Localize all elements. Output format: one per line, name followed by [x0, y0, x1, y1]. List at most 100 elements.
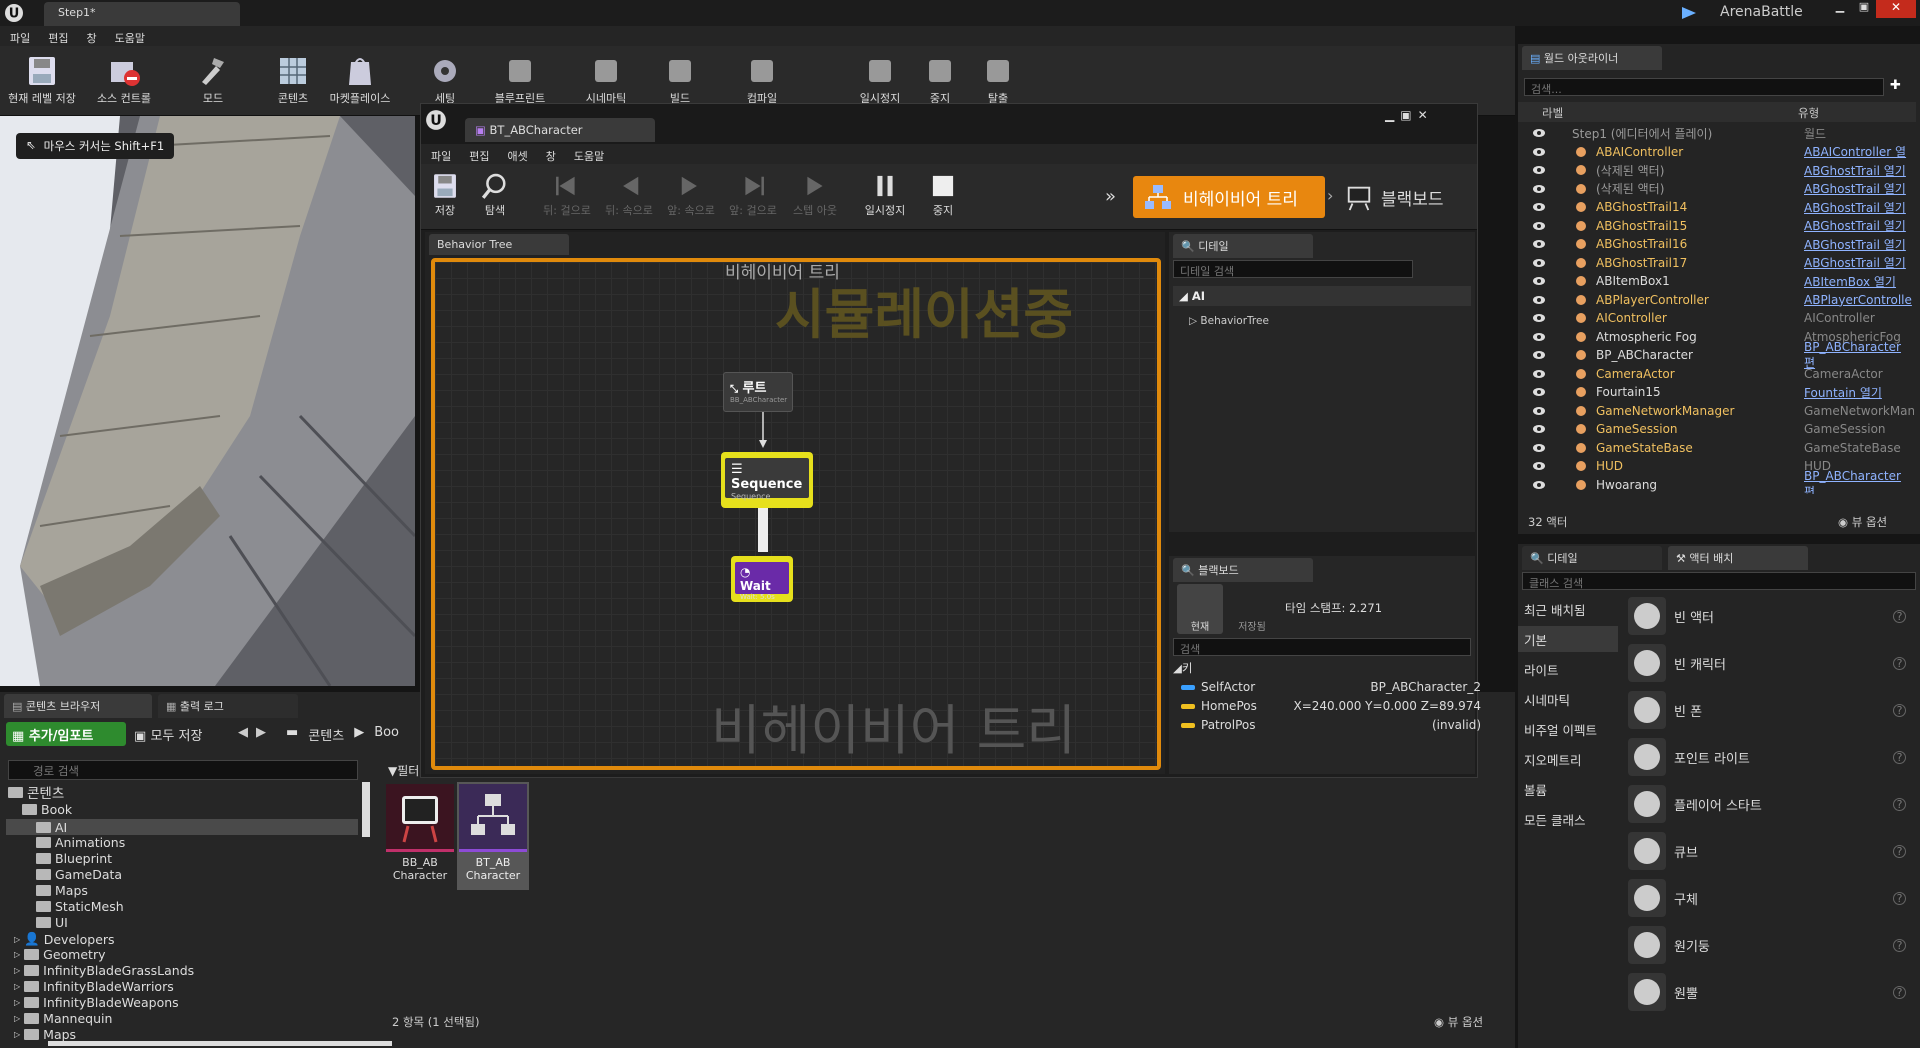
- tree-item-ib-grasslands[interactable]: ▷ InfinityBladeGrassLands: [14, 963, 194, 978]
- tab-place-actors[interactable]: ⚒ 액터 배치: [1668, 546, 1808, 570]
- asset-tile-selected[interactable]: BT_AB Character: [457, 782, 529, 890]
- visibility-eye-icon[interactable]: [1532, 184, 1546, 194]
- place-item[interactable]: 빈 캐릭터?: [1618, 641, 1918, 685]
- source-control-button[interactable]: 소스 컨트롤: [84, 52, 164, 106]
- menu-file[interactable]: 파일: [10, 30, 30, 46]
- back-into-button[interactable]: 뒤: 걸으로: [537, 170, 597, 218]
- bb-key-row[interactable]: PatrolPos (invalid): [1181, 718, 1481, 732]
- bt-minimize-button[interactable]: ▁: [1385, 108, 1394, 122]
- details-category[interactable]: ◢ AI: [1173, 286, 1471, 306]
- help-icon[interactable]: ?: [1893, 750, 1906, 764]
- forward-over-button[interactable]: 앞: 속으로: [661, 170, 721, 218]
- help-icon[interactable]: ?: [1893, 938, 1906, 952]
- expand-arrow-icon[interactable]: ▷: [14, 1014, 20, 1023]
- build-button[interactable]: 빌드: [640, 52, 720, 106]
- actor-type[interactable]: ABItemBox 열기: [1804, 273, 1896, 290]
- visibility-eye-icon[interactable]: [1532, 128, 1546, 138]
- tree-item-geometry[interactable]: ▷ Geometry: [14, 947, 106, 962]
- list-item[interactable]: ABGhostTrail14 ABGhostTrail 열기: [1526, 198, 1910, 217]
- help-icon[interactable]: ?: [1893, 703, 1906, 717]
- minimize-button[interactable]: ▁: [1828, 0, 1852, 18]
- list-item[interactable]: GameNetworkManager GameNetworkMana: [1526, 402, 1914, 421]
- actor-type[interactable]: ABGhostTrail 열기: [1804, 199, 1906, 216]
- bt-document-tab[interactable]: ▣ BT_ABCharacter: [465, 118, 655, 142]
- details-property[interactable]: ▷ BehaviorTree: [1173, 312, 1471, 332]
- list-item-root[interactable]: Step1 (에디터에서 플레이) 월드: [1526, 124, 1910, 143]
- save-level-button[interactable]: 현재 레벨 저장: [2, 52, 82, 106]
- maximize-button[interactable]: ▣: [1852, 0, 1876, 18]
- visibility-eye-icon[interactable]: [1532, 202, 1546, 212]
- visibility-eye-icon[interactable]: [1532, 461, 1546, 471]
- bt-maximize-button[interactable]: ▣: [1400, 108, 1411, 122]
- place-item[interactable]: 빈 액터?: [1618, 594, 1918, 638]
- help-icon[interactable]: ?: [1893, 656, 1906, 670]
- visibility-eye-icon[interactable]: [1532, 387, 1546, 397]
- forward-into-button[interactable]: 앞: 걸으로: [723, 170, 783, 218]
- visibility-eye-icon[interactable]: [1532, 258, 1546, 268]
- col-label-header[interactable]: 라벨: [1542, 105, 1563, 121]
- tree-item-ib-warriors[interactable]: ▷ InfinityBladeWarriors: [14, 979, 174, 994]
- list-item[interactable]: (삭제된 액터) ABGhostTrail 열기: [1526, 161, 1910, 180]
- menu-window[interactable]: 창: [87, 30, 97, 46]
- tree-item-ui[interactable]: UI: [36, 915, 68, 930]
- graph-canvas[interactable]: 비헤이비어 트리 시뮬레이션중 비헤이비어 트리 ⤡ 루트 BB_ABChara…: [431, 258, 1161, 770]
- place-item[interactable]: 포인트 라이트?: [1618, 735, 1918, 779]
- place-item[interactable]: 플레이어 스타트?: [1618, 782, 1918, 826]
- list-item[interactable]: ABGhostTrail16 ABGhostTrail 열기: [1526, 235, 1910, 254]
- eject-button[interactable]: 탈출: [958, 52, 1038, 106]
- details-search-input[interactable]: 디테일 검색: [1173, 260, 1413, 278]
- place-item[interactable]: 큐브?: [1618, 829, 1918, 873]
- visibility-eye-icon[interactable]: [1532, 443, 1546, 453]
- col-type-header[interactable]: 유형: [1798, 105, 1819, 121]
- feedback-icon[interactable]: [1680, 5, 1698, 21]
- sequence-node[interactable]: ☰ Sequence Sequence: [721, 452, 813, 508]
- visibility-eye-icon[interactable]: [1532, 332, 1546, 342]
- bt-close-button[interactable]: ✕: [1418, 108, 1428, 122]
- tab-behavior-tree-graph[interactable]: Behavior Tree: [429, 234, 569, 255]
- tree-item-animations[interactable]: Animations: [36, 835, 125, 850]
- menu-help[interactable]: 도움말: [115, 30, 145, 46]
- add-import-button[interactable]: ▦ 추가/임포트: [6, 722, 126, 746]
- visibility-eye-icon[interactable]: [1532, 313, 1546, 323]
- level-tab[interactable]: Step1*: [44, 2, 240, 26]
- expand-arrow-icon[interactable]: ▷: [14, 998, 20, 1007]
- bt-menu-asset[interactable]: 애셋: [508, 148, 528, 164]
- bb-key-row[interactable]: SelfActor BP_ABCharacter_2: [1181, 680, 1481, 694]
- wait-node[interactable]: ◔ Wait Wait: 5.0s: [731, 556, 793, 602]
- actor-type[interactable]: ABAIController 열: [1804, 143, 1906, 160]
- visibility-eye-icon[interactable]: [1532, 239, 1546, 249]
- history-forward-button[interactable]: ▶: [256, 725, 266, 740]
- actor-type[interactable]: ABGhostTrail 열기: [1804, 254, 1906, 271]
- step-out-button[interactable]: 스텝 아웃: [785, 170, 845, 218]
- expand-arrow-icon[interactable]: ▷: [14, 950, 20, 959]
- actor-type[interactable]: ABGhostTrail 열기: [1804, 217, 1906, 234]
- tree-item-book[interactable]: Book: [22, 802, 72, 817]
- list-item[interactable]: ABAIController ABAIController 열: [1526, 143, 1910, 162]
- visibility-eye-icon[interactable]: [1532, 221, 1546, 231]
- actor-type[interactable]: Fountain 열기: [1804, 384, 1882, 401]
- outliner-search-input[interactable]: 검색...: [1524, 78, 1884, 96]
- bt-pause-button[interactable]: 일시정지: [857, 170, 913, 218]
- root-node[interactable]: ⤡ 루트 BB_ABCharacter: [723, 372, 793, 412]
- close-button[interactable]: ✕: [1876, 0, 1916, 18]
- bb-current-button[interactable]: 현재: [1177, 584, 1223, 634]
- actor-type[interactable]: ABPlayerControlle: [1804, 293, 1912, 307]
- asset-tile[interactable]: BB_AB Character: [386, 784, 454, 884]
- level-viewport[interactable]: ⇖ 마우스 커서는 Shift+F1: [0, 116, 415, 686]
- tree-item-mannequin[interactable]: ▷ Mannequin: [14, 1011, 112, 1026]
- mode-behavior-tree-button[interactable]: 비헤이비어 트리: [1133, 176, 1325, 218]
- marketplace-button[interactable]: 마켓플레이스: [320, 52, 400, 106]
- tree-item-developers[interactable]: ▷ 👤 Developers: [14, 931, 115, 947]
- tab-output-log[interactable]: ▦ 출력 로그: [158, 694, 298, 718]
- tab-world-outliner[interactable]: ▤ 월드 아웃라이너: [1522, 46, 1662, 70]
- tree-item-staticmesh[interactable]: StaticMesh: [36, 899, 124, 914]
- list-item[interactable]: ABPlayerController ABPlayerControlle: [1526, 291, 1912, 310]
- breadcrumb-root[interactable]: 콘텐츠: [308, 725, 344, 744]
- list-item[interactable]: ABGhostTrail15 ABGhostTrail 열기: [1526, 217, 1910, 236]
- blueprint-button[interactable]: 블루프린트: [480, 52, 560, 106]
- help-icon[interactable]: ?: [1893, 797, 1906, 811]
- actor-type[interactable]: BP_ABCharacter 편: [1804, 469, 1910, 494]
- list-item[interactable]: Hwoarang BP_ABCharacter 편: [1526, 469, 1910, 494]
- tree-item-maps-root[interactable]: ▷ Maps: [14, 1027, 76, 1042]
- cinematics-button[interactable]: 시네마틱: [566, 52, 646, 106]
